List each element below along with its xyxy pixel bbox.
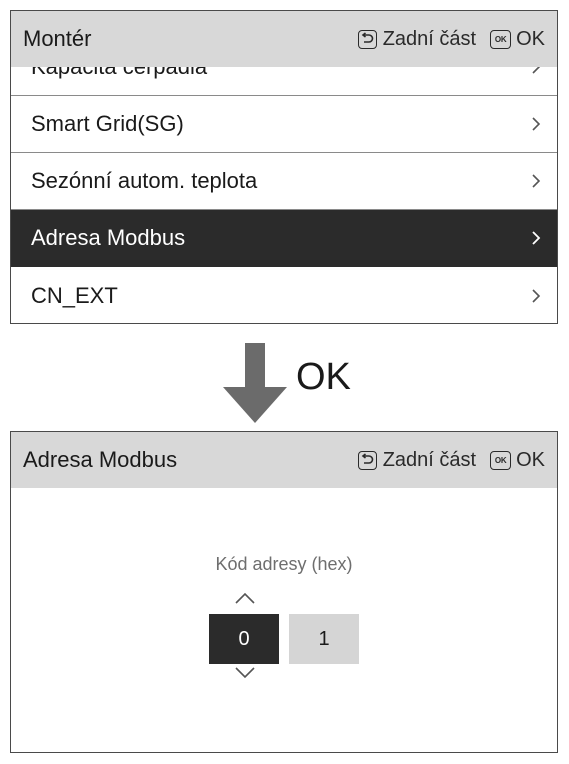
chevron-down-icon[interactable] xyxy=(234,666,256,680)
installer-menu-screen: Montér Zadní část OK OK Kapacita čerpadl… xyxy=(10,10,558,324)
address-digit-low[interactable]: 1 xyxy=(289,614,359,664)
ok-key-icon[interactable]: OK xyxy=(490,450,512,470)
screen-header: Adresa Modbus Zadní část OK OK xyxy=(11,432,557,488)
menu-item-label: Sezónní autom. teplota xyxy=(31,168,258,193)
menu-item-label: CN_EXT xyxy=(31,282,118,308)
chevron-up-icon[interactable] xyxy=(234,591,256,605)
menu-list: Kapacita čerpadla Smart Grid(SG) Sezónní… xyxy=(11,39,557,323)
back-icon[interactable] xyxy=(357,29,377,49)
screen-header: Montér Zadní část OK OK xyxy=(11,11,557,67)
screen-title: Montér xyxy=(23,26,92,51)
ok-label[interactable]: OK xyxy=(516,28,545,51)
menu-item-label: Smart Grid(SG) xyxy=(31,111,184,136)
ok-key-icon[interactable]: OK xyxy=(490,29,512,49)
menu-item-smart-grid[interactable]: Smart Grid(SG) xyxy=(11,96,557,153)
address-field-label: Kód adresy (hex) xyxy=(215,554,353,574)
address-digit-high[interactable]: 0 xyxy=(209,614,279,664)
back-label[interactable]: Zadní část xyxy=(383,449,476,472)
modbus-address-screen: Adresa Modbus Zadní část OK OK Kód adres… xyxy=(10,431,558,753)
ok-label[interactable]: OK xyxy=(516,449,545,472)
chevron-right-icon xyxy=(532,288,541,303)
transition-ok-label: OK xyxy=(296,356,351,398)
back-icon[interactable] xyxy=(357,450,377,470)
chevron-right-icon xyxy=(532,174,541,188)
address-editor: Kód adresy (hex) 0 1 xyxy=(11,488,557,752)
header-actions: Zadní část OK OK xyxy=(357,449,545,472)
arrow-down-icon xyxy=(223,343,287,423)
menu-item-modbus-address[interactable]: Adresa Modbus xyxy=(11,210,557,267)
menu-item-cn-ext[interactable]: CN_EXT xyxy=(11,267,557,323)
header-actions: Zadní část OK OK xyxy=(357,28,545,51)
back-label[interactable]: Zadní část xyxy=(383,28,476,51)
chevron-right-icon xyxy=(532,231,541,245)
screen-title: Adresa Modbus xyxy=(23,447,178,472)
menu-item-label: Adresa Modbus xyxy=(31,225,186,250)
menu-item-seasonal-auto-temp[interactable]: Sezónní autom. teplota xyxy=(11,153,557,210)
chevron-right-icon xyxy=(532,117,541,131)
